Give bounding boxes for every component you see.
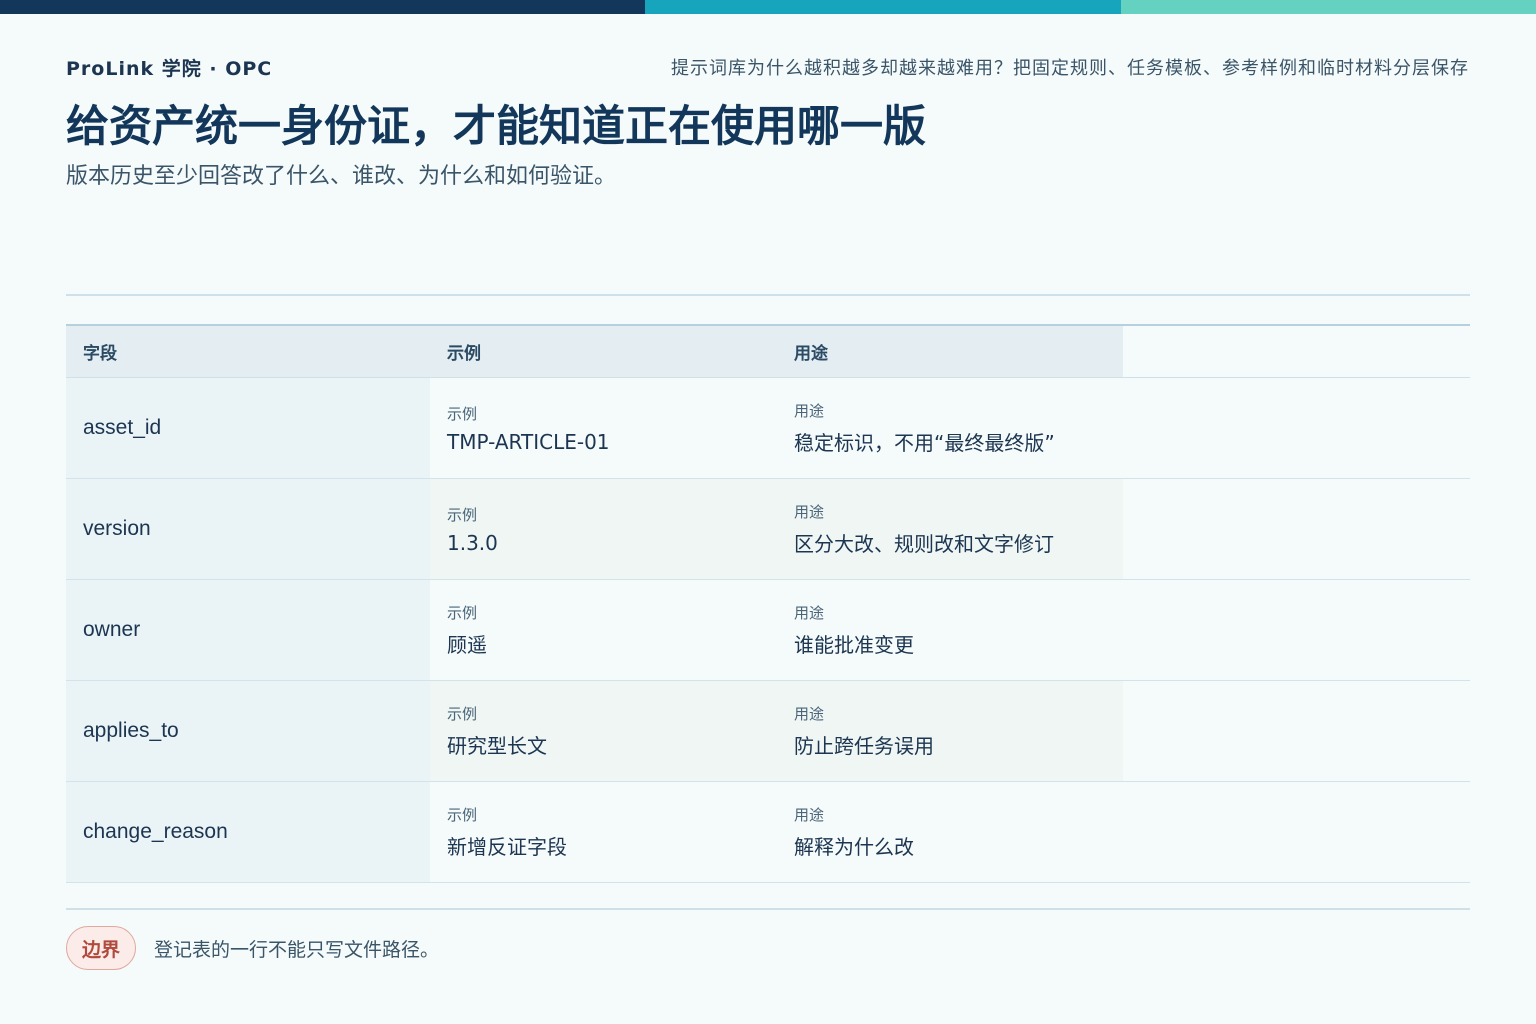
top-color-bar xyxy=(0,0,1536,14)
field-table: 字段 示例 用途 asset_id 示例 TMP-ARTICLE-01 用途 稳… xyxy=(66,324,1470,883)
page-title: 给资产统一身份证，才能知道正在使用哪一版 xyxy=(66,102,926,152)
use-label: 用途 xyxy=(794,503,825,521)
boundary-badge: 边界 xyxy=(66,926,136,970)
use-cell: 用途 谁能批准变更 xyxy=(777,580,1123,680)
header-spacer xyxy=(1123,326,1470,377)
example-cell: 示例 1.3.0 xyxy=(430,479,777,579)
use-cell: 用途 防止跨任务误用 xyxy=(777,681,1123,781)
use-value: 解释为什么改 xyxy=(794,835,914,859)
brand-label: ProLink 学院 · OPC xyxy=(66,58,273,80)
example-label: 示例 xyxy=(447,806,478,824)
example-label: 示例 xyxy=(447,604,478,622)
example-label: 示例 xyxy=(447,404,478,423)
example-value: 1.3.0 xyxy=(447,530,498,555)
row-spacer xyxy=(1123,479,1470,579)
use-value: 区分大改、规则改和文字修订 xyxy=(794,532,1054,556)
page-subtitle: 版本历史至少回答改了什么、谁改、为什么和如何验证。 xyxy=(66,164,617,189)
example-cell: 示例 顾遥 xyxy=(430,580,777,680)
table-row: asset_id 示例 TMP-ARTICLE-01 用途 稳定标识，不用“最终… xyxy=(66,378,1470,479)
use-value: 谁能批准变更 xyxy=(794,633,914,657)
use-label: 用途 xyxy=(794,806,825,824)
use-value: 稳定标识，不用“最终最终版” xyxy=(794,431,1055,455)
use-label: 用途 xyxy=(794,402,825,420)
table-row: applies_to 示例 研究型长文 用途 防止跨任务误用 xyxy=(66,681,1470,782)
top-divider xyxy=(66,294,1470,296)
boundary-note: 登记表的一行不能只写文件路径。 xyxy=(154,939,440,961)
table-header: 字段 示例 用途 xyxy=(66,324,1470,378)
row-spacer xyxy=(1123,378,1470,478)
top-bar-navy-segment xyxy=(0,0,645,14)
row-spacer xyxy=(1123,782,1470,882)
use-cell: 用途 解释为什么改 xyxy=(777,782,1123,882)
table-row: version 示例 1.3.0 用途 区分大改、规则改和文字修订 xyxy=(66,479,1470,580)
example-cell: 示例 TMP-ARTICLE-01 xyxy=(430,378,777,478)
header-note: 提示词库为什么越积越多却越来越难用？把固定规则、任务模板、参考样例和临时材料分层… xyxy=(671,58,1469,79)
example-cell: 示例 研究型长文 xyxy=(430,681,777,781)
row-spacer xyxy=(1123,681,1470,781)
row-spacer xyxy=(1123,580,1470,680)
header-use: 用途 xyxy=(777,326,1123,377)
header-field: 字段 xyxy=(66,326,430,377)
example-cell: 示例 新增反证字段 xyxy=(430,782,777,882)
use-value: 防止跨任务误用 xyxy=(794,734,934,758)
example-label: 示例 xyxy=(447,505,478,524)
bottom-divider xyxy=(66,908,1470,910)
example-value: 顾遥 xyxy=(447,633,487,657)
example-value: 研究型长文 xyxy=(447,734,547,758)
table-row: owner 示例 顾遥 用途 谁能批准变更 xyxy=(66,580,1470,681)
use-cell: 用途 区分大改、规则改和文字修订 xyxy=(777,479,1123,579)
use-cell: 用途 稳定标识，不用“最终最终版” xyxy=(777,378,1123,478)
field-name: applies_to xyxy=(66,681,430,781)
field-name: asset_id xyxy=(66,378,430,478)
top-bar-mint-segment xyxy=(1121,0,1536,14)
use-label: 用途 xyxy=(794,705,825,723)
example-label: 示例 xyxy=(447,705,478,723)
field-name: change_reason xyxy=(66,782,430,882)
field-name: owner xyxy=(66,580,430,680)
use-label: 用途 xyxy=(794,604,825,622)
header-example: 示例 xyxy=(430,326,777,377)
example-value: TMP-ARTICLE-01 xyxy=(447,429,610,454)
example-value: 新增反证字段 xyxy=(447,835,567,859)
field-name: version xyxy=(66,479,430,579)
top-bar-teal-segment xyxy=(645,0,1121,14)
table-row: change_reason 示例 新增反证字段 用途 解释为什么改 xyxy=(66,782,1470,883)
